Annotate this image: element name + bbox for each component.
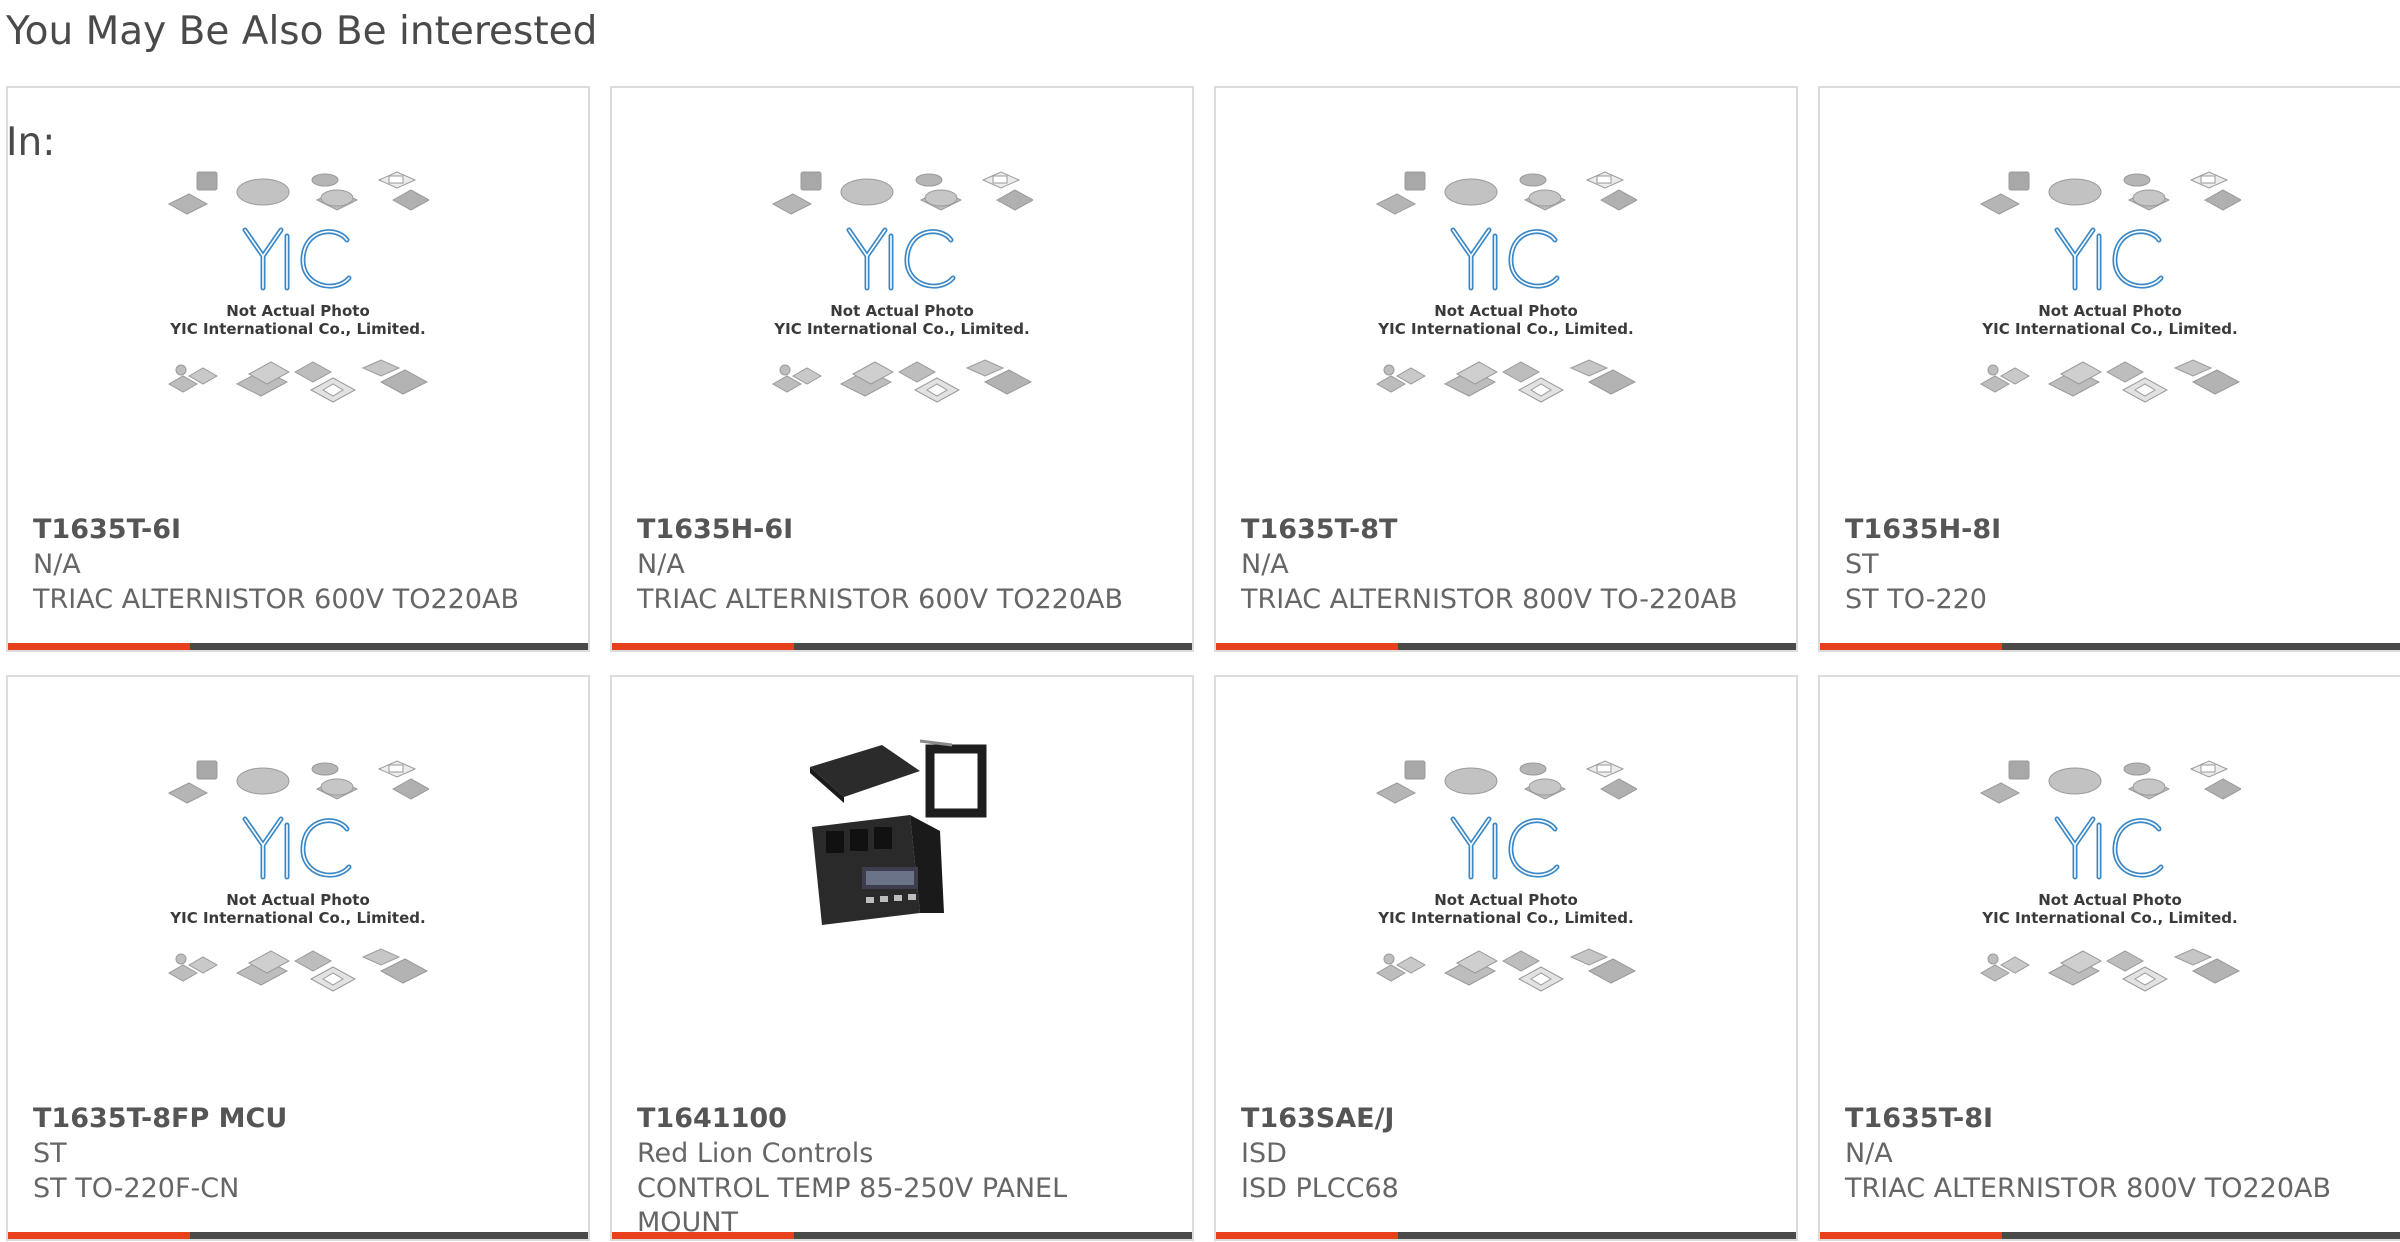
- product-manufacturer: N/A: [1845, 1138, 1893, 1169]
- card-accent-bar: [1820, 643, 2400, 650]
- product-description: TRIAC ALTERNISTOR 600V TO220AB: [637, 584, 1123, 615]
- card-accent-segment: [612, 1232, 794, 1239]
- card-accent-segment: [8, 643, 190, 650]
- placeholder-caption-2: YIC International Co., Limited.: [1377, 909, 1633, 927]
- placeholder-caption-2: YIC International Co., Limited.: [169, 320, 425, 338]
- product-thumbnail[interactable]: [612, 727, 1192, 1057]
- card-accent-bar: [1216, 643, 1796, 650]
- product-part-number[interactable]: T1635T-8FP MCU: [33, 1103, 287, 1134]
- card-accent-bar: [612, 643, 1192, 650]
- product-part-number[interactable]: T1635H-8I: [1845, 514, 2001, 545]
- product-thumbnail[interactable]: Not Actual Photo YIC International Co., …: [612, 170, 1192, 500]
- section-heading-continued: In:: [6, 120, 56, 165]
- product-part-number[interactable]: T163SAE/J: [1241, 1103, 1394, 1134]
- placeholder-caption-2: YIC International Co., Limited.: [773, 320, 1029, 338]
- product-card[interactable]: Not Actual Photo YIC International Co., …: [610, 86, 1194, 652]
- placeholder-caption-1: Not Actual Photo: [1434, 302, 1578, 320]
- product-card[interactable]: Not Actual Photo YIC International Co., …: [1818, 86, 2400, 652]
- product-image-placeholder: Not Actual Photo YIC International Co., …: [1979, 760, 2241, 992]
- placeholder-caption-1: Not Actual Photo: [830, 302, 974, 320]
- card-accent-segment: [1216, 1232, 1398, 1239]
- product-image-placeholder: Not Actual Photo YIC International Co., …: [1979, 171, 2241, 403]
- placeholder-caption-1: Not Actual Photo: [2038, 302, 2182, 320]
- product-manufacturer: Red Lion Controls: [637, 1138, 874, 1169]
- product-thumbnail[interactable]: Not Actual Photo YIC International Co., …: [1216, 759, 1796, 1089]
- placeholder-caption-2: YIC International Co., Limited.: [169, 909, 425, 927]
- placeholder-caption-2: YIC International Co., Limited.: [1377, 320, 1633, 338]
- product-thumbnail[interactable]: Not Actual Photo YIC International Co., …: [1820, 170, 2400, 500]
- product-description: ISD PLCC68: [1241, 1173, 1399, 1204]
- product-card[interactable]: Not Actual Photo YIC International Co., …: [1214, 675, 1798, 1241]
- product-description: ST TO-220: [1845, 584, 1987, 615]
- product-part-number[interactable]: T1635T-6I: [33, 514, 181, 545]
- product-image-placeholder: Not Actual Photo YIC International Co., …: [167, 171, 429, 403]
- placeholder-caption-2: YIC International Co., Limited.: [1981, 909, 2237, 927]
- placeholder-caption-1: Not Actual Photo: [2038, 891, 2182, 909]
- product-manufacturer: N/A: [1241, 549, 1289, 580]
- product-card[interactable]: Not Actual Photo YIC International Co., …: [1818, 675, 2400, 1241]
- product-manufacturer: ST: [33, 1138, 67, 1169]
- product-thumbnail[interactable]: Not Actual Photo YIC International Co., …: [1216, 170, 1796, 500]
- product-card[interactable]: T1641100 Red Lion Controls CONTROL TEMP 85…: [610, 675, 1194, 1241]
- product-part-number[interactable]: T1635H-6I: [637, 514, 793, 545]
- product-thumbnail[interactable]: Not Actual Photo YIC International Co., …: [1820, 759, 2400, 1089]
- product-manufacturer: N/A: [33, 549, 81, 580]
- card-accent-segment: [612, 643, 794, 650]
- product-image-placeholder: Not Actual Photo YIC International Co., …: [771, 171, 1033, 403]
- product-description: ST TO-220F-CN: [33, 1173, 240, 1204]
- product-manufacturer: ISD: [1241, 1138, 1287, 1169]
- product-part-number[interactable]: T1635T-8I: [1845, 1103, 1993, 1134]
- product-image-placeholder: Not Actual Photo YIC International Co., …: [1375, 760, 1637, 992]
- product-thumbnail[interactable]: Not Actual Photo YIC International Co., …: [8, 759, 588, 1089]
- product-manufacturer: N/A: [637, 549, 685, 580]
- card-accent-bar: [1216, 1232, 1796, 1239]
- placeholder-caption-1: Not Actual Photo: [226, 891, 370, 909]
- card-accent-bar: [8, 1232, 588, 1239]
- product-image-placeholder: Not Actual Photo YIC International Co., …: [1375, 171, 1637, 403]
- product-part-number[interactable]: T1641100: [637, 1103, 787, 1134]
- product-description: TRIAC ALTERNISTOR 800V TO-220AB: [1241, 584, 1738, 615]
- card-accent-segment: [1820, 1232, 2002, 1239]
- product-description: CONTROL TEMP 85-250V PANEL MOUNT: [637, 1173, 1068, 1238]
- product-image-photo: [810, 739, 987, 925]
- card-accent-segment: [1820, 643, 2002, 650]
- product-image-placeholder: Not Actual Photo YIC International Co., …: [167, 760, 429, 992]
- product-card[interactable]: Not Actual Photo YIC International Co., …: [1214, 86, 1798, 652]
- product-part-number[interactable]: T1635T-8T: [1241, 514, 1397, 545]
- placeholder-caption-1: Not Actual Photo: [1434, 891, 1578, 909]
- card-accent-bar: [1820, 1232, 2400, 1239]
- product-description: TRIAC ALTERNISTOR 600V TO220AB: [33, 584, 519, 615]
- product-card[interactable]: Not Actual Photo YIC International Co., …: [6, 675, 590, 1241]
- product-manufacturer: ST: [1845, 549, 1879, 580]
- section-heading: You May Be Also Be interested: [6, 9, 598, 54]
- product-card[interactable]: Not Actual Photo YIC International Co., …: [6, 86, 590, 652]
- card-accent-bar: [8, 643, 588, 650]
- card-accent-bar: [612, 1232, 1192, 1239]
- product-thumbnail[interactable]: Not Actual Photo YIC International Co., …: [8, 170, 588, 500]
- product-description: TRIAC ALTERNISTOR 800V TO220AB: [1845, 1173, 2331, 1204]
- placeholder-caption-2: YIC International Co., Limited.: [1981, 320, 2237, 338]
- card-accent-segment: [1216, 643, 1398, 650]
- card-accent-segment: [8, 1232, 190, 1239]
- placeholder-caption-1: Not Actual Photo: [226, 302, 370, 320]
